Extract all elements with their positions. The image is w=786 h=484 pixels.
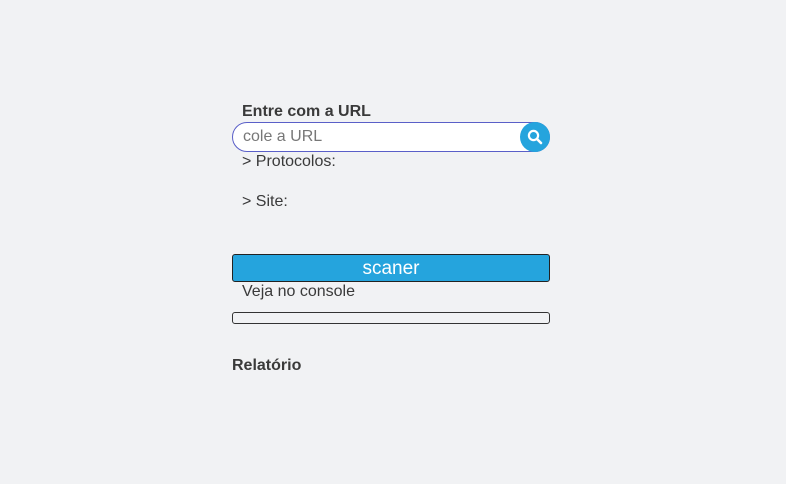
site-label: > Site: xyxy=(242,193,288,210)
report-title: Relatório xyxy=(232,357,302,374)
progress-bar xyxy=(232,312,550,324)
search-icon xyxy=(527,129,543,145)
scan-button[interactable]: scaner xyxy=(232,254,550,282)
url-label: Entre com a URL xyxy=(242,103,371,120)
url-input-group xyxy=(232,122,550,152)
protocols-label: > Protocolos: xyxy=(242,153,336,170)
search-button[interactable] xyxy=(520,122,550,152)
url-input[interactable] xyxy=(232,122,550,152)
console-note: Veja no console xyxy=(242,283,355,300)
